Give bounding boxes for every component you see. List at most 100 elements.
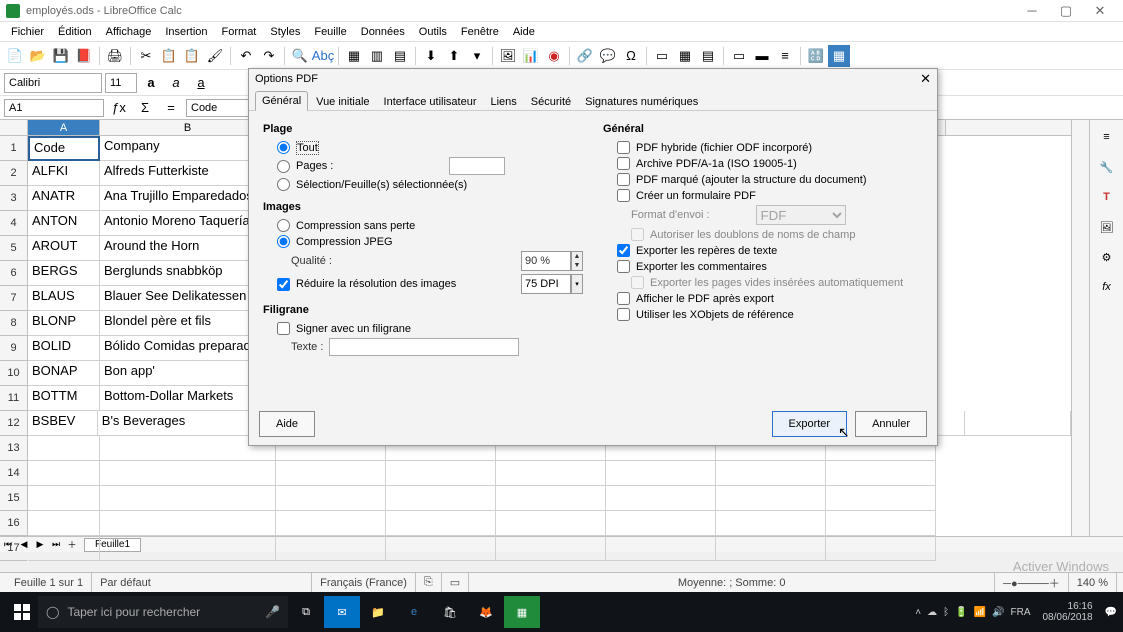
row-header[interactable]: 10 [0, 361, 27, 386]
table-icon[interactable]: ▤ [389, 45, 411, 67]
chart-icon[interactable]: 📊 [520, 45, 542, 67]
cell[interactable] [716, 536, 826, 561]
undo-icon[interactable]: ↶ [235, 45, 257, 67]
extras-icon[interactable]: ▦ [828, 45, 850, 67]
cell[interactable] [100, 511, 276, 536]
cell[interactable]: AROUT [28, 236, 100, 261]
link-icon[interactable]: 🔗 [574, 45, 596, 67]
edge-icon[interactable]: e [396, 596, 432, 628]
cell[interactable] [965, 411, 1071, 436]
cell[interactable] [606, 486, 716, 511]
fx-icon[interactable]: fx [1096, 276, 1118, 298]
cell[interactable] [28, 536, 100, 561]
row-header[interactable]: 11 [0, 386, 27, 411]
find-icon[interactable]: 🔍 [289, 45, 311, 67]
menu-edition[interactable]: Édition [51, 24, 99, 40]
navigator-icon[interactable]: 🖼 [1096, 216, 1118, 238]
menu-affichage[interactable]: Affichage [99, 24, 159, 40]
cell[interactable] [716, 511, 826, 536]
cell[interactable]: Code [28, 136, 100, 161]
export-comments-checkbox[interactable] [617, 260, 630, 273]
cell[interactable]: ANTON [28, 211, 100, 236]
copy-icon[interactable]: 📋 [158, 45, 180, 67]
font-name-select[interactable] [4, 73, 102, 93]
firefox-icon[interactable]: 🦊 [468, 596, 504, 628]
outlook-icon[interactable]: ✉ [324, 596, 360, 628]
range-selection-radio[interactable] [277, 178, 290, 191]
cell[interactable]: BLONP [28, 311, 100, 336]
row-header[interactable]: 13 [0, 436, 27, 461]
cell[interactable]: B's Beverages [98, 411, 268, 436]
format-icon[interactable]: 🔠 [805, 45, 827, 67]
range-pages-input[interactable] [449, 157, 505, 175]
save-icon[interactable]: 💾 [50, 45, 72, 67]
battery-icon[interactable]: 🔋 [955, 607, 967, 618]
menu-feuille[interactable]: Feuille [307, 24, 353, 40]
file-explorer-icon[interactable]: 📁 [360, 596, 396, 628]
menu-aide[interactable]: Aide [506, 24, 542, 40]
cell[interactable] [100, 536, 276, 561]
volume-icon[interactable]: 🔊 [992, 607, 1004, 618]
spellcheck-icon[interactable]: Abç [312, 45, 334, 67]
row-header[interactable]: 14 [0, 461, 27, 486]
cell[interactable] [276, 511, 386, 536]
export-bookmarks-checkbox[interactable] [617, 244, 630, 257]
cell-reference-box[interactable] [4, 99, 104, 117]
tray-up-icon[interactable]: ˄ [915, 607, 921, 618]
gallery-icon[interactable]: ≡ [774, 45, 796, 67]
sum-icon[interactable]: Σ [134, 97, 156, 119]
cell[interactable] [716, 486, 826, 511]
jpeg-radio[interactable] [277, 235, 290, 248]
hybrid-pdf-checkbox[interactable] [617, 141, 630, 154]
cell[interactable] [826, 486, 936, 511]
cell[interactable] [28, 461, 100, 486]
styles-icon[interactable]: 🔧 [1096, 156, 1118, 178]
cell[interactable] [716, 461, 826, 486]
screen-icon[interactable]: ▬ [751, 45, 773, 67]
row-header[interactable]: 16 [0, 511, 27, 536]
pivot-icon[interactable]: ◉ [543, 45, 565, 67]
notifications-icon[interactable]: 💬 [1105, 607, 1117, 618]
cell[interactable] [826, 461, 936, 486]
menu-format[interactable]: Format [215, 24, 264, 40]
tab-initial-view[interactable]: Vue initiale [310, 93, 375, 111]
cell[interactable] [100, 486, 276, 511]
cell[interactable]: BLAUS [28, 286, 100, 311]
row-icon[interactable]: ▦ [343, 45, 365, 67]
redo-icon[interactable]: ↷ [258, 45, 280, 67]
language-icon[interactable]: FRA [1010, 607, 1030, 618]
cell[interactable] [606, 511, 716, 536]
row-header[interactable]: 2 [0, 161, 27, 186]
cut-icon[interactable]: ✂ [135, 45, 157, 67]
autofilter-icon[interactable]: ▾ [466, 45, 488, 67]
print-icon[interactable]: 🖨 [104, 45, 126, 67]
sort-asc-icon[interactable]: ⬇ [420, 45, 442, 67]
tagged-pdf-checkbox[interactable] [617, 173, 630, 186]
dpi-dropdown[interactable]: ▾ [571, 274, 583, 294]
help-button[interactable]: Aide [259, 411, 315, 437]
export-button[interactable]: Exporter [772, 411, 848, 437]
paint-format-icon[interactable]: 🖌 [204, 45, 226, 67]
cell[interactable] [386, 511, 496, 536]
row-header[interactable]: 1 [0, 136, 27, 161]
microphone-icon[interactable]: 🎤 [265, 605, 280, 619]
col-icon[interactable]: ▥ [366, 45, 388, 67]
cell[interactable] [28, 436, 100, 461]
split-icon[interactable]: ▤ [697, 45, 719, 67]
column-header[interactable]: A [28, 120, 100, 135]
cell[interactable] [28, 511, 100, 536]
cell[interactable]: ALFKI [28, 161, 100, 186]
menu-outils[interactable]: Outils [412, 24, 454, 40]
row-header[interactable]: 3 [0, 186, 27, 211]
start-button[interactable] [6, 596, 38, 628]
freeze-icon[interactable]: ▦ [674, 45, 696, 67]
dpi-value[interactable]: 75 DPI [521, 274, 571, 294]
minimize-button[interactable]: ─ [1015, 1, 1049, 21]
close-button[interactable]: ✕ [1083, 1, 1117, 21]
cell[interactable] [606, 536, 716, 561]
reduce-resolution-checkbox[interactable] [277, 278, 290, 291]
use-xobjects-checkbox[interactable] [617, 308, 630, 321]
sign-watermark-checkbox[interactable] [277, 322, 290, 335]
function-wizard-icon[interactable]: ƒx [108, 97, 130, 119]
image-icon[interactable]: 🖼 [497, 45, 519, 67]
